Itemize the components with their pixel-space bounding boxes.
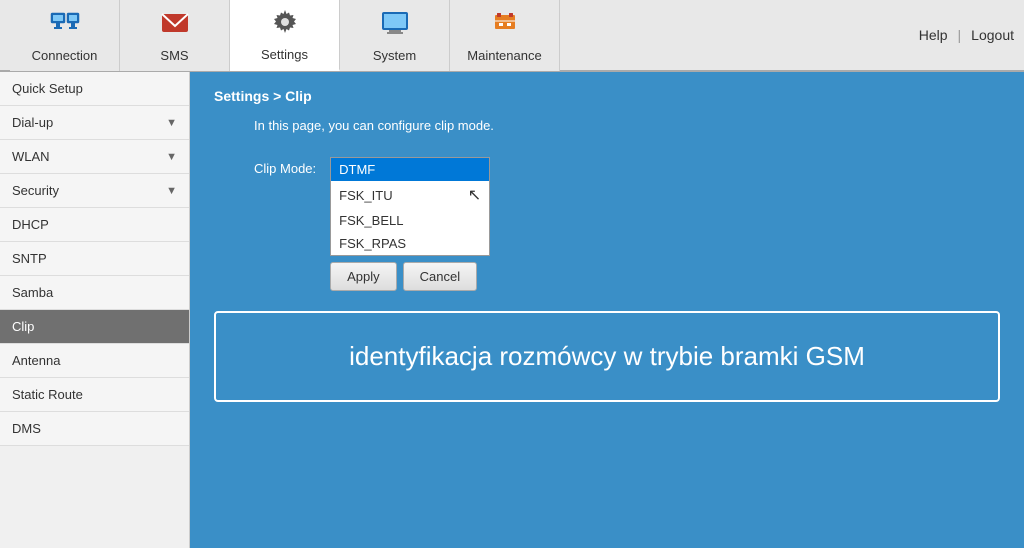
sidebar-item-dial-up-label: Dial-up <box>12 115 53 130</box>
clip-mode-label: Clip Mode: <box>254 157 316 176</box>
dropdown-option-fsk-itu[interactable]: FSK_ITU ↖ <box>331 181 489 209</box>
content-area: Settings > Clip In this page, you can co… <box>190 72 1024 548</box>
cancel-button[interactable]: Cancel <box>403 262 477 291</box>
sidebar-item-clip[interactable]: Clip <box>0 310 189 344</box>
sidebar-item-quick-setup-label: Quick Setup <box>12 81 83 96</box>
clip-mode-controls: DTMF FSK_ITU ↖ FSK_BELL FSK_RPAS Apply C… <box>330 157 490 291</box>
clip-mode-row: Clip Mode: DTMF FSK_ITU ↖ FSK_BELL FSK_R… <box>214 157 1000 291</box>
sidebar-item-sntp[interactable]: SNTP <box>0 242 189 276</box>
nav-separator: | <box>958 27 962 43</box>
sidebar-item-security-label: Security <box>12 183 59 198</box>
page-description: In this page, you can configure clip mod… <box>214 118 1000 133</box>
maintenance-icon <box>489 7 521 46</box>
system-icon <box>379 7 411 46</box>
top-nav-right: Help | Logout <box>919 27 1014 43</box>
sidebar-item-dhcp-label: DHCP <box>12 217 49 232</box>
sidebar-item-wlan-label: WLAN <box>12 149 50 164</box>
sms-icon <box>159 7 191 46</box>
nav-item-maintenance[interactable]: Maintenance <box>450 0 560 71</box>
nav-items-left: Connection SMS Settings <box>10 0 919 71</box>
nav-item-settings[interactable]: Settings <box>230 0 340 71</box>
dropdown-option-fsk-bell[interactable]: FSK_BELL <box>331 209 489 232</box>
help-link[interactable]: Help <box>919 27 948 43</box>
sidebar-item-clip-label: Clip <box>12 319 34 334</box>
sidebar-item-samba-label: Samba <box>12 285 53 300</box>
clip-mode-dropdown[interactable]: DTMF FSK_ITU ↖ FSK_BELL FSK_RPAS <box>330 157 490 256</box>
dropdown-option-dtmf[interactable]: DTMF <box>331 158 489 181</box>
sidebar-item-quick-setup[interactable]: Quick Setup <box>0 72 189 106</box>
info-box: identyfikacja rozmówcy w trybie bramki G… <box>214 311 1000 402</box>
sidebar-item-static-route-label: Static Route <box>12 387 83 402</box>
nav-item-system-label: System <box>373 48 416 63</box>
nav-item-sms-label: SMS <box>160 48 188 63</box>
nav-item-system[interactable]: System <box>340 0 450 71</box>
sidebar-item-dhcp[interactable]: DHCP <box>0 208 189 242</box>
sidebar-item-dms[interactable]: DMS <box>0 412 189 446</box>
nav-item-connection-label: Connection <box>32 48 98 63</box>
chevron-down-icon: ▼ <box>166 117 177 129</box>
settings-icon <box>269 6 301 45</box>
sidebar-item-dial-up[interactable]: Dial-up ▼ <box>0 106 189 140</box>
logout-link[interactable]: Logout <box>971 27 1014 43</box>
sidebar: Quick Setup Dial-up ▼ WLAN ▼ Security ▼ … <box>0 72 190 548</box>
info-box-text: identyfikacja rozmówcy w trybie bramki G… <box>349 341 865 371</box>
nav-item-connection[interactable]: Connection <box>10 0 120 71</box>
cursor-icon: ↖ <box>468 185 481 205</box>
top-nav: Connection SMS Settings <box>0 0 1024 72</box>
sidebar-item-static-route[interactable]: Static Route <box>0 378 189 412</box>
nav-item-sms[interactable]: SMS <box>120 0 230 71</box>
chevron-down-icon: ▼ <box>166 151 177 163</box>
sidebar-item-samba[interactable]: Samba <box>0 276 189 310</box>
sidebar-item-dms-label: DMS <box>12 421 41 436</box>
dropdown-option-fsk-rpas[interactable]: FSK_RPAS <box>331 232 489 255</box>
nav-item-maintenance-label: Maintenance <box>467 48 541 63</box>
connection-icon <box>49 7 81 46</box>
main-layout: Quick Setup Dial-up ▼ WLAN ▼ Security ▼ … <box>0 72 1024 548</box>
sidebar-item-sntp-label: SNTP <box>12 251 47 266</box>
apply-button[interactable]: Apply <box>330 262 397 291</box>
sidebar-item-wlan[interactable]: WLAN ▼ <box>0 140 189 174</box>
sidebar-item-security[interactable]: Security ▼ <box>0 174 189 208</box>
sidebar-item-antenna-label: Antenna <box>12 353 60 368</box>
buttons-row: Apply Cancel <box>330 262 490 291</box>
nav-item-settings-label: Settings <box>261 47 308 62</box>
breadcrumb: Settings > Clip <box>214 88 1000 104</box>
chevron-down-icon: ▼ <box>166 185 177 197</box>
sidebar-item-antenna[interactable]: Antenna <box>0 344 189 378</box>
dropdown-list[interactable]: DTMF FSK_ITU ↖ FSK_BELL FSK_RPAS <box>330 157 490 256</box>
